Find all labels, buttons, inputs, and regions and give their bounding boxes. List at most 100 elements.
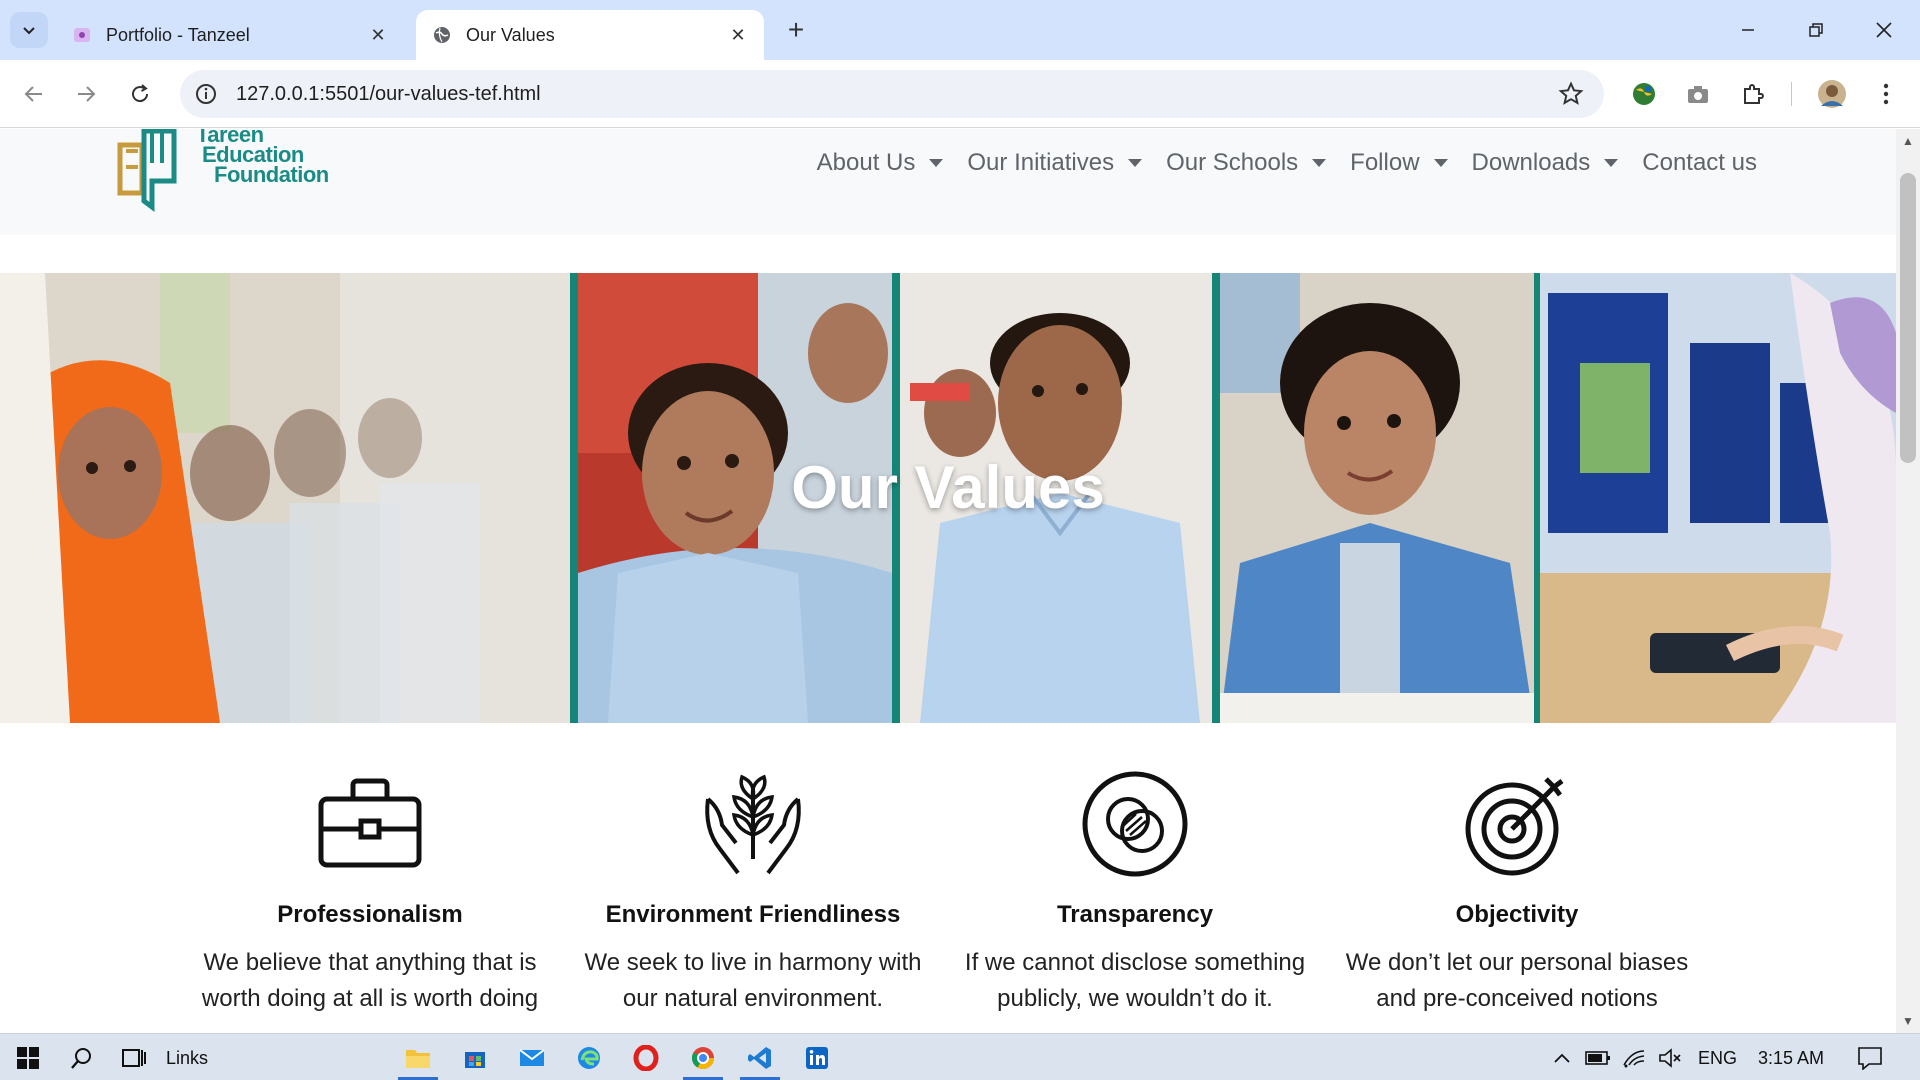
chrome-icon	[692, 1047, 714, 1069]
taskbar-vscode[interactable]	[740, 1040, 780, 1076]
site-logo[interactable]: Tareen Education Foundation	[112, 129, 332, 213]
value-title: Professionalism	[277, 901, 463, 928]
chevron-up-icon	[1554, 1053, 1570, 1063]
reload-button[interactable]	[120, 74, 160, 114]
value-title: Objectivity	[1455, 901, 1579, 928]
speaker-muted-icon	[1659, 1048, 1681, 1068]
tab-portfolio[interactable]: Portfolio - Tanzeel ✕	[56, 10, 404, 60]
language-indicator[interactable]: ENG	[1698, 1048, 1737, 1069]
overlapping-circles-icon	[1082, 771, 1188, 877]
taskbar-opera[interactable]	[626, 1040, 666, 1076]
screenshot-button[interactable]	[1682, 78, 1714, 110]
value-card-professionalism: Professionalism We believe that anything…	[185, 769, 555, 1017]
tab-search-button[interactable]	[10, 12, 48, 48]
caret-down-icon	[1128, 159, 1143, 167]
value-card-transparency: Transparency If we cannot disclose somet…	[950, 769, 1320, 1017]
globe-icon	[434, 27, 450, 43]
reload-icon	[132, 84, 149, 103]
extensions-button[interactable]	[1737, 78, 1769, 110]
taskbar-chrome[interactable]	[683, 1040, 723, 1076]
bookmark-star-icon[interactable]	[1558, 81, 1584, 107]
caret-down-icon	[929, 159, 944, 167]
action-center-button[interactable]	[1850, 1040, 1890, 1076]
value-text-line: If we cannot disclose something	[964, 949, 1306, 976]
minimize-button[interactable]	[1714, 0, 1782, 60]
mail-icon	[519, 1049, 545, 1066]
nav-contact-us[interactable]: Contact us	[1630, 143, 1769, 183]
taskbar-mail[interactable]	[512, 1040, 552, 1076]
scrollbar-thumb[interactable]	[1900, 173, 1916, 463]
restore-button[interactable]	[1782, 0, 1850, 60]
taskbar-store[interactable]	[455, 1040, 495, 1076]
value-title: Transparency	[1056, 901, 1214, 928]
value-text-line: We believe that anything that is	[203, 949, 537, 976]
value-text-line: worth doing at all is worth doing	[201, 985, 539, 1012]
briefcase-icon	[318, 778, 422, 868]
show-hidden-icons-button[interactable]	[1542, 1040, 1582, 1076]
store-icon	[465, 1052, 485, 1068]
hero-banner: Our Values	[0, 273, 1896, 723]
earth-icon	[1633, 83, 1655, 105]
arrow-left-icon	[24, 86, 42, 102]
extension-globe-button[interactable]	[1628, 78, 1660, 110]
nav-follow[interactable]: Follow	[1338, 143, 1459, 183]
close-window-button[interactable]	[1850, 0, 1918, 60]
browser-tab-bar: Portfolio - Tanzeel ✕ Our Values ✕ +	[0, 0, 1920, 60]
forward-button[interactable]	[66, 74, 106, 114]
browser-toolbar: 127.0.0.1:5501/our-values-tef.html	[0, 60, 1920, 128]
wifi-icon	[1623, 1050, 1645, 1068]
taskbar-file-explorer[interactable]	[398, 1040, 438, 1076]
portfolio-favicon-icon	[74, 28, 90, 42]
taskbar-edge[interactable]	[569, 1040, 609, 1076]
taskbar-search-button[interactable]	[62, 1040, 102, 1076]
caret-down-icon	[1433, 159, 1448, 167]
task-view-icon	[122, 1049, 146, 1067]
task-view-button[interactable]	[114, 1040, 154, 1076]
page-scrollbar[interactable]: ▲ ▼	[1896, 129, 1920, 1033]
tab-title: Our Values	[466, 24, 555, 45]
avatar	[1818, 80, 1846, 108]
vscode-icon	[748, 1047, 771, 1069]
close-icon	[1876, 22, 1892, 38]
linkedin-icon	[806, 1047, 828, 1069]
close-icon[interactable]: ✕	[368, 25, 388, 45]
restore-icon	[1809, 23, 1823, 37]
arrow-right-icon	[78, 86, 96, 102]
value-text-line: We don’t let our personal biases	[1345, 949, 1689, 976]
nav-our-initiatives[interactable]: Our Initiatives	[955, 143, 1154, 183]
taskbar-linkedin[interactable]	[797, 1040, 837, 1076]
notification-icon	[1858, 1047, 1882, 1070]
value-card-objectivity: Objectivity We don’t let our personal bi…	[1332, 769, 1702, 1017]
site-info-icon[interactable]	[194, 82, 218, 106]
battery-status[interactable]	[1578, 1040, 1618, 1076]
nav-our-schools[interactable]: Our Schools	[1154, 143, 1338, 183]
close-icon[interactable]: ✕	[728, 25, 748, 45]
profile-button[interactable]	[1816, 78, 1848, 110]
nav-label: Our Initiatives	[967, 149, 1115, 176]
nav-label: Downloads	[1471, 149, 1591, 176]
url-text[interactable]: 127.0.0.1:5501/our-values-tef.html	[236, 83, 541, 106]
toolbar-divider	[1791, 82, 1792, 106]
scroll-up-icon[interactable]: ▲	[1900, 133, 1916, 149]
browser-menu-button[interactable]	[1870, 78, 1902, 110]
back-button[interactable]	[14, 74, 54, 114]
start-button[interactable]	[8, 1040, 48, 1076]
logo-text-line-3: Foundation	[214, 162, 329, 187]
nav-downloads[interactable]: Downloads	[1460, 143, 1631, 183]
main-nav: About Us Our Initiatives Our Schools Fol…	[805, 143, 1769, 183]
network-status[interactable]	[1614, 1040, 1654, 1076]
folder-icon	[406, 1050, 430, 1068]
nav-about-us[interactable]: About Us	[805, 143, 956, 183]
new-tab-button[interactable]: +	[780, 14, 812, 46]
scroll-down-icon[interactable]: ▼	[1900, 1013, 1916, 1029]
address-bar[interactable]: 127.0.0.1:5501/our-values-tef.html	[180, 70, 1604, 118]
camera-icon	[1688, 86, 1708, 103]
clock[interactable]: 3:15 AM	[1758, 1048, 1824, 1069]
volume-status[interactable]	[1650, 1040, 1690, 1076]
tab-our-values[interactable]: Our Values ✕	[416, 10, 764, 60]
value-card-environment-friendliness: Environment Friendliness We seek to live…	[568, 769, 938, 1017]
caret-down-icon	[1312, 159, 1327, 167]
links-toolbar-label[interactable]: Links	[166, 1048, 208, 1069]
tef-logo-mark-icon	[117, 129, 177, 212]
value-text-line: our natural environment.	[622, 985, 884, 1012]
